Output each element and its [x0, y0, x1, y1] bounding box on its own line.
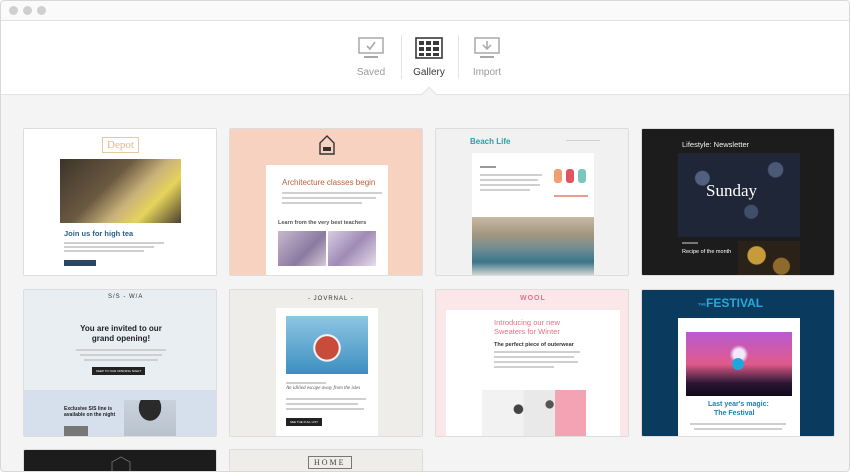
- footer-band: [24, 390, 216, 436]
- photo-caption-strong: The Festival: [714, 410, 755, 417]
- tab-label: Import: [472, 67, 502, 78]
- hero-word: Sunday: [706, 181, 757, 200]
- text-line: [64, 250, 144, 252]
- template-logo: WOOL: [520, 295, 546, 302]
- zoom-window-dot[interactable]: [37, 6, 46, 15]
- checkmark-monitor-icon: [358, 37, 384, 58]
- template-logo: S/S - W/A: [108, 294, 144, 300]
- template-gallery: Depot Join us for high tea Architecture …: [1, 96, 849, 471]
- sweater-photo: [482, 390, 586, 436]
- popsicle-graphic: [566, 169, 574, 183]
- popsicle-graphic: [578, 169, 586, 183]
- text-line: [282, 197, 376, 199]
- cta-button: SEE THE FULL LIST: [286, 418, 323, 426]
- template-card-sv[interactable]: S/S - W/A You are invited to our grand o…: [23, 289, 217, 437]
- template-subhead: The perfect piece of outerwear: [494, 342, 574, 348]
- food-photo: [738, 241, 800, 275]
- template-logo: Lifestyle: Newsletter: [682, 140, 750, 149]
- photo: [124, 400, 176, 436]
- app-window: Saved Gallery Import Depot Join us for h…: [0, 0, 850, 472]
- template-logo: Beach Life: [470, 137, 511, 146]
- text-line: [64, 242, 164, 244]
- hexagon-logo-icon: [111, 456, 131, 471]
- text-line: [494, 351, 580, 353]
- tab-label: Saved: [356, 67, 386, 78]
- tab-import[interactable]: Import: [459, 37, 515, 78]
- beach-photo: [472, 217, 594, 275]
- text-line: [480, 166, 496, 168]
- photo-caption: Last year's magic:: [708, 401, 769, 408]
- template-headline: Architecture classes begin: [282, 178, 376, 187]
- popsicle-graphic: [554, 169, 562, 183]
- photo: [328, 231, 376, 266]
- title-bar: [1, 1, 849, 21]
- template-logo: HOME: [308, 456, 352, 469]
- template-card-dark[interactable]: [23, 449, 217, 471]
- text-line: [286, 403, 358, 405]
- text-line: [480, 174, 542, 176]
- arch-logo-icon: [319, 135, 335, 155]
- template-card-arch[interactable]: Architecture classes begin Learn from th…: [229, 128, 423, 276]
- text-line: [286, 408, 364, 410]
- text-line: [480, 184, 540, 186]
- text-line: [694, 428, 782, 430]
- grid-icon: [415, 37, 443, 59]
- text-line: [566, 140, 600, 141]
- tea-photo: [60, 159, 181, 223]
- template-card-beach[interactable]: Beach Life: [435, 128, 629, 276]
- logo-prefix: THE: [698, 301, 706, 307]
- template-logo: THEFESTIVAL: [698, 296, 763, 310]
- text-line: [494, 366, 554, 368]
- text-line: [282, 202, 362, 204]
- life-ring-photo: [286, 316, 368, 374]
- cta-button: KEEP TO OUR OPENING NIGHT: [92, 367, 146, 375]
- template-card-home[interactable]: HOME: [229, 449, 423, 471]
- template-headline: An idilied escape away from the isles: [286, 386, 361, 391]
- text-line: [286, 398, 366, 400]
- toolbar: Saved Gallery Import: [1, 21, 849, 95]
- photo: [278, 231, 326, 266]
- template-card-wool[interactable]: WOOL Introducing our new Sweaters for Wi…: [435, 289, 629, 437]
- text-line: [554, 195, 588, 197]
- close-window-dot[interactable]: [9, 6, 18, 15]
- text-line: [64, 246, 154, 248]
- text-line: [480, 179, 538, 181]
- text-line: [76, 349, 166, 351]
- text-line: [480, 189, 530, 191]
- template-logo: - JOVRNAL -: [308, 296, 354, 302]
- template-card-depot[interactable]: Depot Join us for high tea: [23, 128, 217, 276]
- logo-main: FESTIVAL: [706, 296, 764, 310]
- text-line: [80, 354, 162, 356]
- text-line: [682, 242, 698, 244]
- template-headline: Introducing our new Sweaters for Winter: [494, 318, 560, 336]
- template-subtext: Exclusive S/S line is available on the n…: [64, 406, 116, 418]
- template-card-journal[interactable]: - JOVRNAL - An idilied escape away from …: [229, 289, 423, 437]
- download-monitor-icon: [474, 37, 500, 58]
- text-line: [690, 423, 786, 425]
- text-line: [282, 192, 382, 194]
- tab-label: Gallery: [413, 67, 445, 78]
- text-line: [286, 382, 326, 384]
- play-icon[interactable]: [732, 358, 744, 370]
- tab-gallery[interactable]: Gallery: [401, 37, 457, 78]
- minimize-window-dot[interactable]: [23, 6, 32, 15]
- template-card-lifestyle[interactable]: Lifestyle: Newsletter Sunday Recipe of t…: [641, 128, 835, 276]
- text-line: [494, 361, 578, 363]
- template-logo: Depot: [102, 137, 139, 153]
- template-card-festival[interactable]: THEFESTIVAL Last year's magic: The Festi…: [641, 289, 835, 437]
- text-line: [494, 356, 574, 358]
- template-headline: You are invited to our grand opening!: [80, 324, 162, 343]
- photo-caption: Recipe of the month: [682, 249, 732, 255]
- cta-button: [64, 260, 96, 266]
- template-headline: Join us for high tea: [64, 229, 134, 238]
- text-line: [84, 359, 158, 361]
- tab-saved[interactable]: Saved: [343, 37, 399, 78]
- template-subhead: Learn from the very best teachers: [278, 220, 367, 226]
- photo: [64, 426, 88, 436]
